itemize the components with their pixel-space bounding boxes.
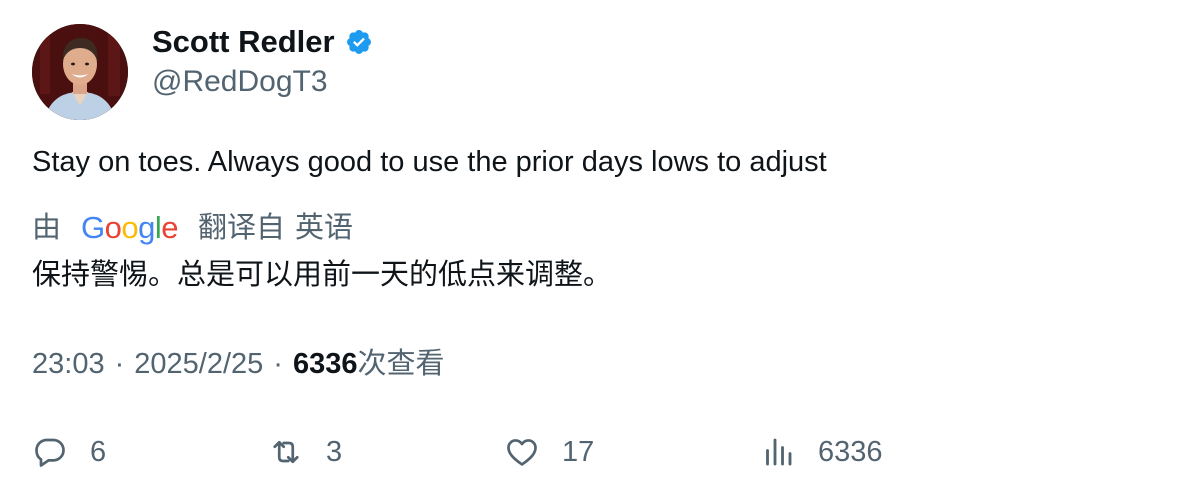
retweet-button[interactable]: 3 (268, 430, 342, 474)
like-count: 17 (562, 436, 595, 468)
tweet-text: Stay on toes. Always good to use the pri… (32, 146, 827, 178)
translation-attribution: 由 Google 翻译自 英语 (32, 208, 353, 248)
avatar[interactable] (32, 24, 128, 120)
retweet-icon (273, 440, 299, 464)
google-logo[interactable]: Google (81, 208, 179, 248)
tweet-date[interactable]: 2025/2/25 (134, 344, 263, 384)
tweet-meta: 23:03 · 2025/2/25 · 6336 次查看 (32, 344, 444, 384)
author-name-row: Scott Redler (152, 24, 373, 60)
meta-separator: · (273, 348, 283, 380)
views-button[interactable]: 6336 (760, 430, 883, 474)
author-handle[interactable]: @RedDogT3 (152, 64, 328, 100)
translation-by-label: 由 (32, 212, 62, 244)
tweet-time[interactable]: 23:03 (32, 344, 105, 384)
views-action-count: 6336 (818, 436, 883, 468)
views-count[interactable]: 6336 (293, 344, 358, 384)
translation-source-language: 英语 (295, 212, 354, 244)
heart-icon (507, 439, 537, 466)
verified-badge-icon (345, 28, 373, 56)
reply-count: 6 (90, 436, 107, 468)
tweet-card: Scott Redler @RedDogT3 Stay on toes. Alw… (0, 0, 1196, 498)
translation-from-label: 翻译自 (198, 212, 286, 244)
meta-separator: · (114, 348, 125, 380)
reply-button[interactable]: 6 (32, 430, 106, 474)
reply-icon (35, 438, 65, 467)
like-button[interactable]: 17 (504, 430, 594, 474)
action-bar: 6 3 17 6336 (32, 430, 1132, 474)
author-display-name[interactable]: Scott Redler (152, 24, 335, 60)
retweet-count: 3 (326, 436, 343, 468)
views-label: 次查看 (357, 348, 445, 380)
avatar-image (32, 24, 128, 120)
analytics-icon (766, 438, 792, 466)
translated-tweet-text: 保持警惕。总是可以用前一天的低点来调整。 (32, 259, 613, 291)
